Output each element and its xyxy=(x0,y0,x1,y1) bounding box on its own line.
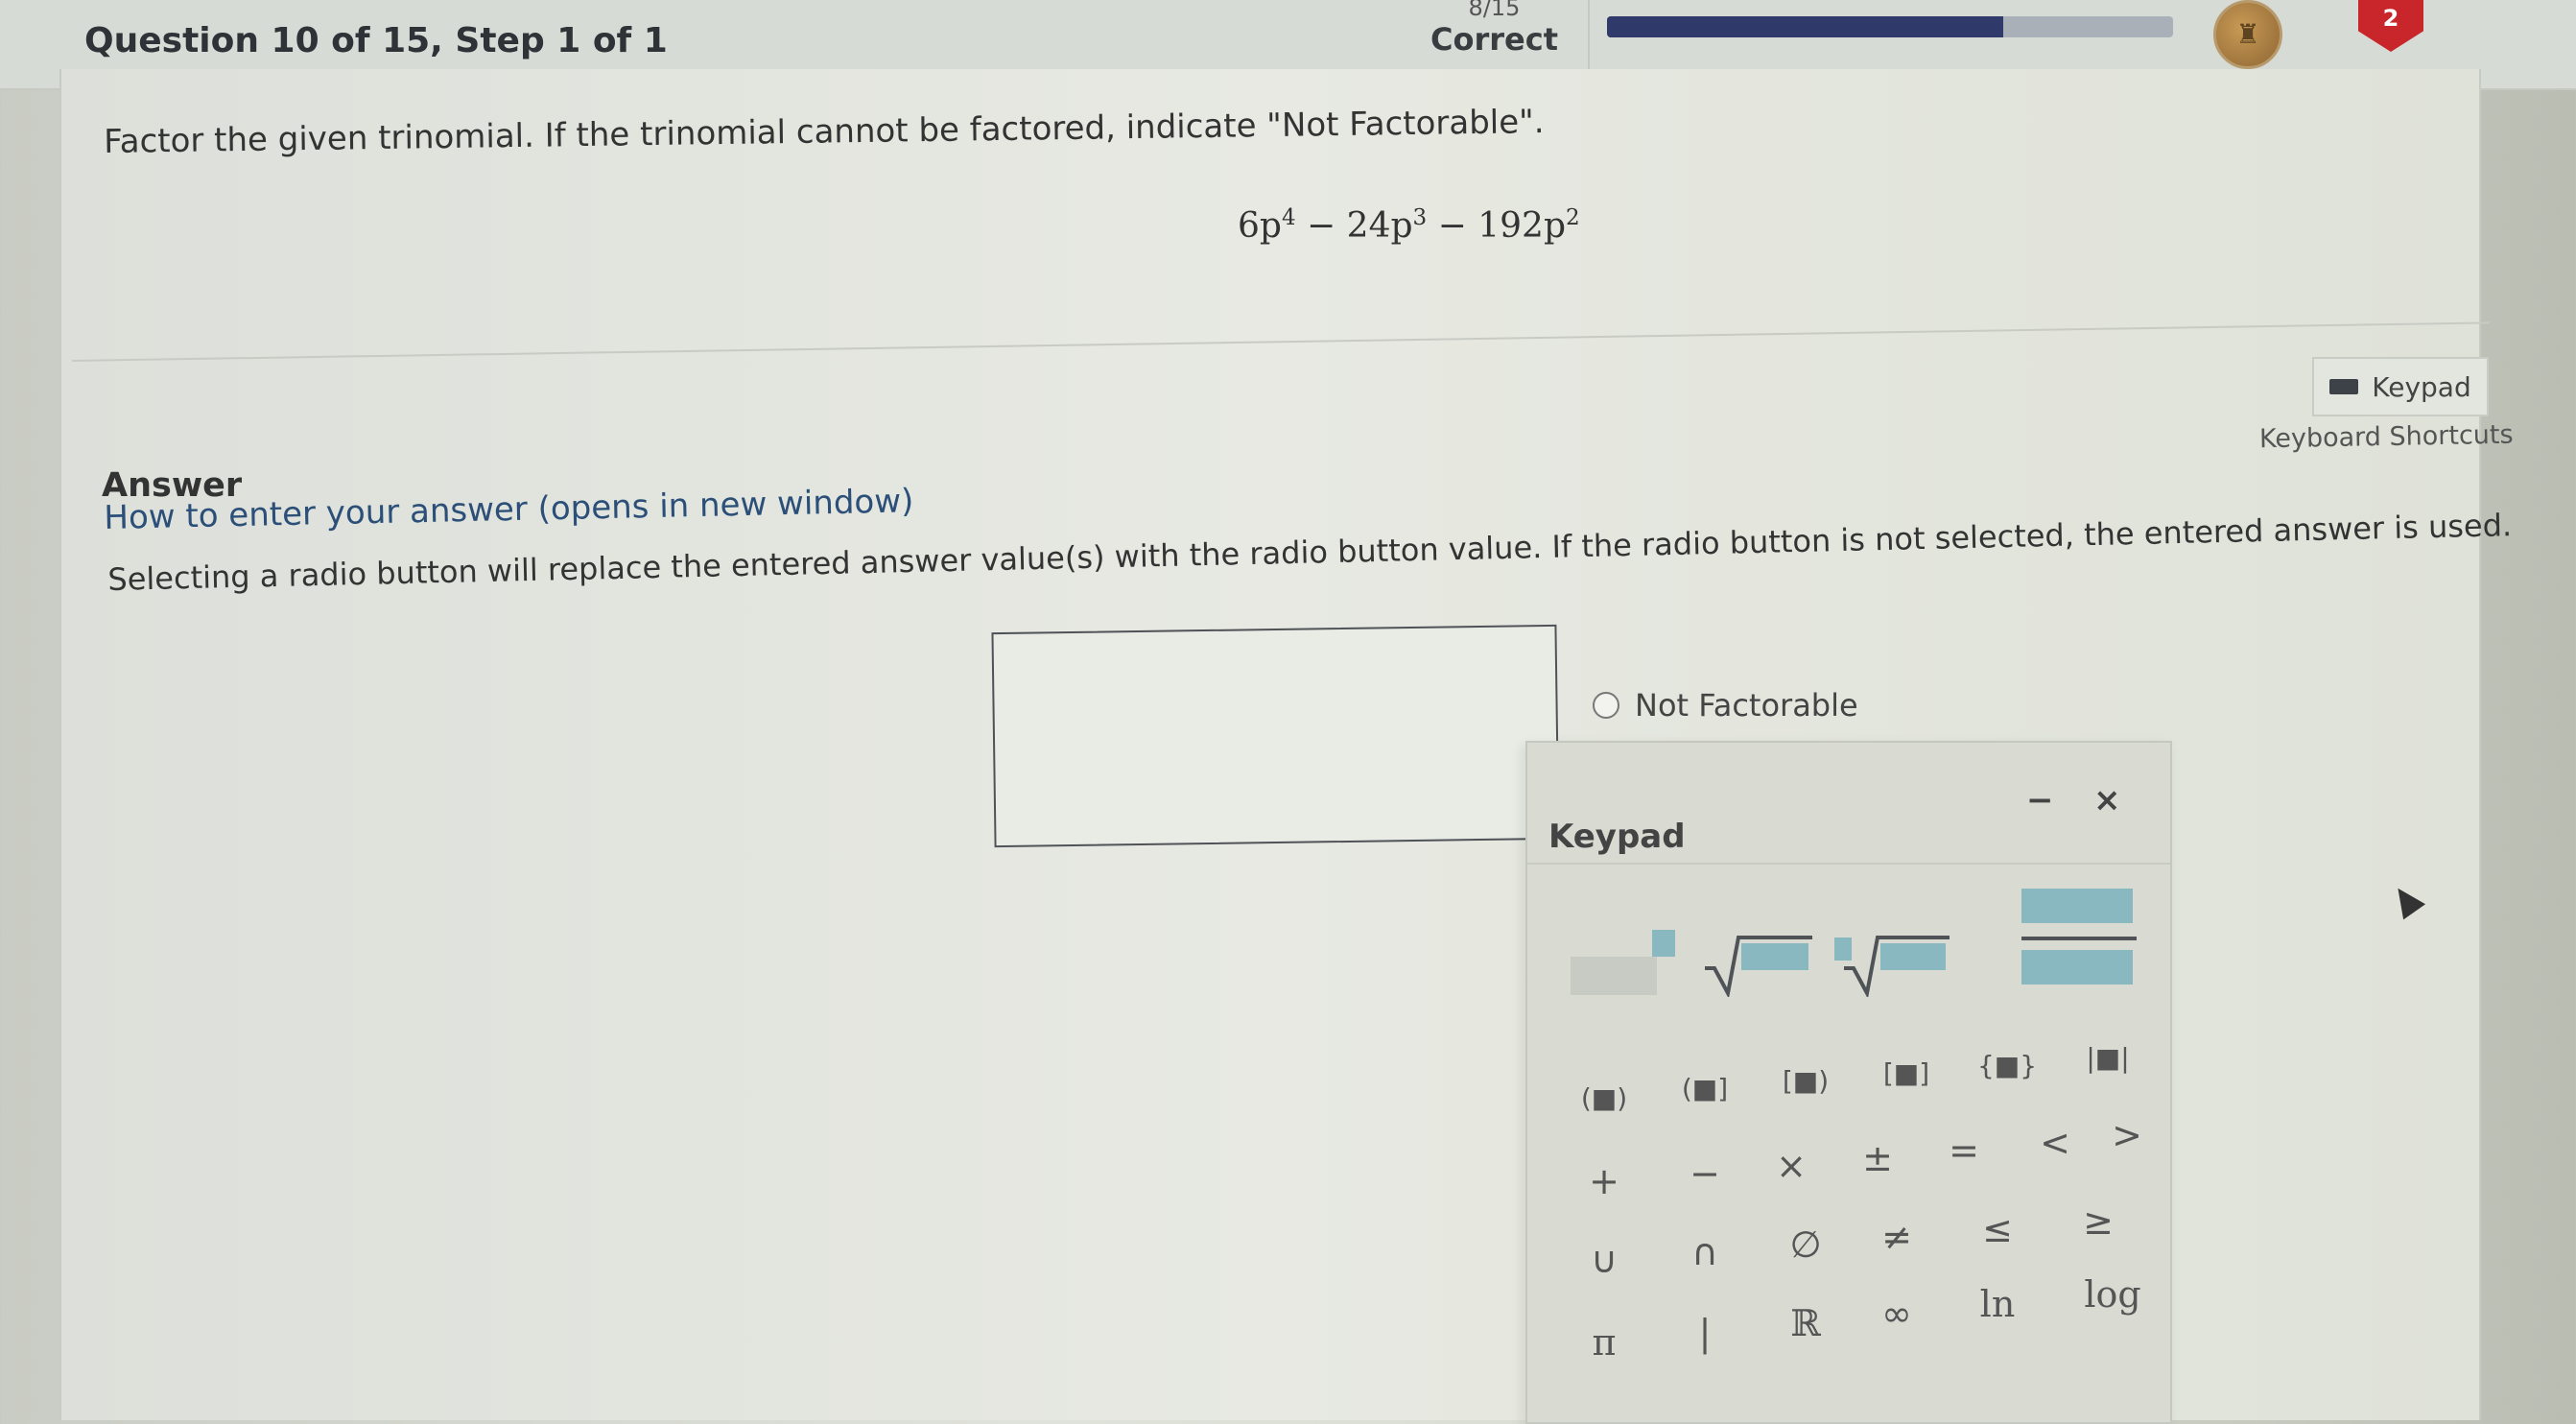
plus-minus-button[interactable]: ± xyxy=(1844,1134,1911,1182)
keyboard-icon xyxy=(2329,379,2359,394)
progress-fill xyxy=(1607,16,2003,37)
bracket-paren-button[interactable]: [■) xyxy=(1762,1057,1849,1105)
answer-input[interactable] xyxy=(991,624,1560,848)
user-avatar[interactable]: ♜ xyxy=(2213,0,2282,69)
pi-button[interactable]: π xyxy=(1571,1318,1638,1366)
minus-button[interactable]: − xyxy=(1671,1150,1738,1198)
times-button[interactable]: × xyxy=(1758,1142,1825,1190)
term-2-base: 24p xyxy=(1346,206,1413,246)
operator-2: − xyxy=(1437,206,1467,246)
keypad-toggle-button[interactable]: Keypad xyxy=(2312,357,2489,416)
intersection-button[interactable]: ∩ xyxy=(1671,1228,1738,1276)
keypad-panel: Keypad − × (■) (■] [■) [■] {■} |■| + − ×… xyxy=(1525,741,2172,1424)
radio-button[interactable] xyxy=(1593,692,1619,719)
term-1-exponent: 4 xyxy=(1281,205,1296,230)
less-than-button[interactable]: < xyxy=(2021,1119,2089,1167)
keypad-title: Keypad xyxy=(1548,818,1686,856)
bracket-bracket-button[interactable]: [■] xyxy=(1863,1050,1950,1098)
paren-bracket-button[interactable]: (■] xyxy=(1662,1065,1748,1113)
not-equal-button[interactable]: ≠ xyxy=(1863,1213,1930,1261)
nth-root-icon xyxy=(1834,936,1950,999)
term-3-exponent: 2 xyxy=(1566,205,1580,230)
progress-bar xyxy=(1607,16,2173,37)
question-title: Question 10 of 15, Step 1 of 1 xyxy=(84,21,668,60)
not-factorable-option[interactable]: Not Factorable xyxy=(1593,687,1858,724)
exponent-template-button[interactable] xyxy=(1571,930,1675,997)
operator-1: − xyxy=(1307,206,1336,246)
keyboard-shortcuts-link[interactable]: Keyboard Shortcuts xyxy=(2259,420,2514,455)
exponent-base-box xyxy=(1571,957,1657,995)
square-root-button[interactable] xyxy=(1705,930,1815,999)
infinity-button[interactable]: ∞ xyxy=(1863,1290,1930,1338)
equals-button[interactable]: = xyxy=(1930,1127,1997,1175)
term-1-base: 6p xyxy=(1238,206,1282,246)
less-or-equal-button[interactable]: ≤ xyxy=(1964,1205,2031,1253)
braces-button[interactable]: {■} xyxy=(1964,1042,2050,1090)
term-2-exponent: 3 xyxy=(1412,205,1428,230)
minimize-button[interactable]: − xyxy=(2026,781,2054,819)
union-button[interactable]: ∪ xyxy=(1571,1236,1638,1284)
plus-button[interactable]: + xyxy=(1571,1157,1638,1205)
real-numbers-button[interactable]: ℝ xyxy=(1772,1299,1839,1347)
term-3-base: 192p xyxy=(1477,206,1567,246)
fraction-bar xyxy=(2021,937,2137,940)
greater-than-button[interactable]: > xyxy=(2093,1111,2161,1159)
alert-badge[interactable]: 2 xyxy=(2358,0,2423,52)
radio-label: Not Factorable xyxy=(1635,687,1858,724)
polynomial-expression: 6p4 − 24p3 − 192p2 xyxy=(1238,205,1580,246)
score-value: 8/15 xyxy=(1468,0,1521,21)
greater-or-equal-button[interactable]: ≥ xyxy=(2065,1198,2132,1246)
log-button[interactable]: log xyxy=(2065,1270,2161,1318)
close-button[interactable]: × xyxy=(2093,781,2121,819)
ln-button[interactable]: ln xyxy=(1964,1280,2031,1328)
nth-root-button[interactable] xyxy=(1834,930,1954,999)
fraction-denominator-box xyxy=(2021,950,2133,985)
correct-label: Correct xyxy=(1430,21,1558,58)
square-root-icon xyxy=(1705,936,1812,999)
fraction-button[interactable] xyxy=(2021,889,2137,988)
empty-set-button[interactable]: ∅ xyxy=(1772,1221,1839,1269)
keypad-button-label: Keypad xyxy=(2372,370,2471,403)
keypad-divider xyxy=(1527,863,2170,865)
fraction-numerator-box xyxy=(2021,889,2133,923)
absolute-value-button[interactable]: |■| xyxy=(2065,1034,2151,1082)
exponent-power-box xyxy=(1652,930,1675,957)
paren-paren-button[interactable]: (■) xyxy=(1561,1075,1647,1123)
vertical-bar-button[interactable]: | xyxy=(1671,1309,1738,1357)
